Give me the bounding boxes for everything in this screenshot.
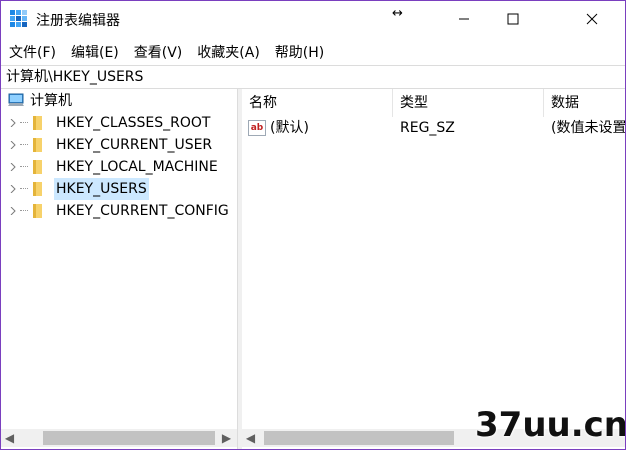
folder-icon <box>33 138 42 152</box>
tree-connector <box>20 210 28 211</box>
chevron-right-icon[interactable] <box>9 141 17 149</box>
menu-bar: 文件(F) 编辑(E) 查看(V) 收藏夹(A) 帮助(H) <box>1 39 625 63</box>
menu-help[interactable]: 帮助(H) <box>267 39 331 63</box>
value-type: REG_SZ <box>400 120 455 136</box>
column-header-data[interactable]: 数据 <box>544 89 625 117</box>
maximize-icon <box>507 13 519 25</box>
folder-icon <box>33 182 42 196</box>
scroll-thumb[interactable] <box>43 431 215 445</box>
tree-node[interactable]: HKEY_CURRENT_USER <box>1 134 237 156</box>
tree-pane: 计算机 HKEY_CLASSES_ROOT HKEY_CURRENT_USER … <box>1 89 238 449</box>
title-bar[interactable]: 注册表编辑器 ↔ <box>1 1 625 37</box>
scroll-thumb[interactable] <box>264 431 454 445</box>
string-value-icon: ab <box>248 120 266 136</box>
values-list-pane: 名称 类型 数据 ab (默认) REG_SZ (数值未设置) <box>242 89 625 449</box>
registry-editor-window: 注册表编辑器 ↔ 文件(F) 编辑(E) 查看(V) 收藏夹(A) 帮助(H) … <box>0 0 626 450</box>
tree-root-label: 计算机 <box>30 93 72 109</box>
scroll-left-arrow-icon[interactable]: ◀ <box>1 429 18 447</box>
menu-view[interactable]: 查看(V) <box>126 39 190 63</box>
folder-icon <box>33 116 42 130</box>
tree-node[interactable]: HKEY_CLASSES_ROOT <box>1 112 237 134</box>
chevron-right-icon[interactable] <box>9 163 17 171</box>
chevron-right-icon[interactable] <box>9 119 17 127</box>
tree-connector <box>20 166 28 167</box>
window-title: 注册表编辑器 <box>36 13 120 29</box>
close-icon <box>586 13 598 25</box>
tree-horizontal-scrollbar[interactable]: ◀ ▶ <box>1 429 237 447</box>
tree-connector <box>20 188 28 189</box>
tree-connector <box>20 144 28 145</box>
tree-node-label: HKEY_CLASSES_ROOT <box>56 115 211 131</box>
tree-connector <box>20 122 28 123</box>
value-name: (默认) <box>270 120 309 136</box>
folder-icon <box>33 204 42 218</box>
value-data: (数值未设置) <box>551 120 625 136</box>
scroll-right-arrow-icon[interactable]: ▶ <box>218 429 235 447</box>
menu-edit[interactable]: 编辑(E) <box>63 39 126 63</box>
menu-file[interactable]: 文件(F) <box>1 39 63 63</box>
chevron-right-icon[interactable] <box>9 185 17 193</box>
chevron-right-icon[interactable] <box>9 207 17 215</box>
close-button[interactable] <box>569 1 615 37</box>
tree-node-label: HKEY_USERS <box>54 178 149 200</box>
tree-node-label: HKEY_CURRENT_USER <box>56 137 213 153</box>
menu-favorites[interactable]: 收藏夹(A) <box>189 39 267 63</box>
column-header-name[interactable]: 名称 <box>242 89 393 117</box>
computer-icon <box>8 93 24 106</box>
folder-icon <box>33 160 42 174</box>
address-bar[interactable]: 计算机\HKEY_USERS <box>1 65 625 89</box>
tree-node[interactable]: HKEY_CURRENT_CONFIG <box>1 200 237 222</box>
maximize-button[interactable] <box>490 1 536 37</box>
scroll-left-arrow-icon[interactable]: ◀ <box>242 429 259 447</box>
tree-node-label: HKEY_LOCAL_MACHINE <box>56 159 218 175</box>
resize-cursor-icon: ↔ <box>392 6 403 21</box>
minimize-button[interactable] <box>441 1 487 37</box>
minimize-icon <box>459 18 469 20</box>
tree-root[interactable]: 计算机 <box>1 90 237 112</box>
column-header-type[interactable]: 类型 <box>393 89 544 117</box>
site-watermark: 37uu.cn <box>475 405 626 445</box>
tree-node-selected[interactable]: HKEY_USERS <box>1 178 237 200</box>
registry-editor-app-icon <box>10 10 27 27</box>
tree-node-label: HKEY_CURRENT_CONFIG <box>56 203 229 219</box>
value-row[interactable]: ab (默认) REG_SZ (数值未设置) <box>242 117 625 139</box>
tree-node[interactable]: HKEY_LOCAL_MACHINE <box>1 156 237 178</box>
